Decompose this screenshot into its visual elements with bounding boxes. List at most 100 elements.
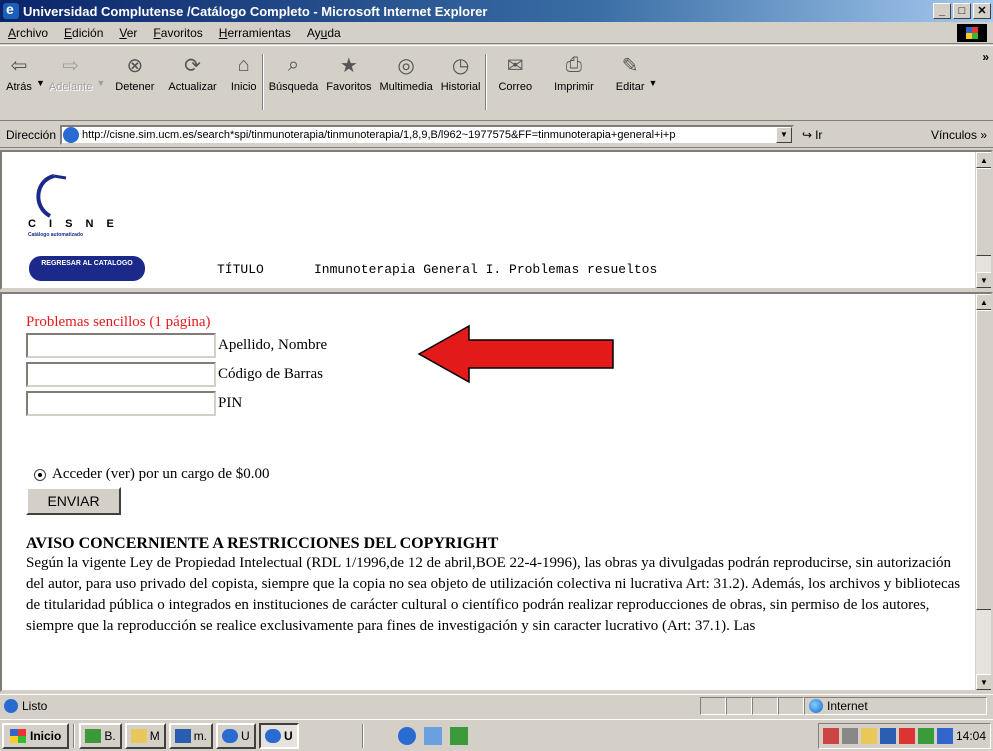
- taskbar-item-label: M: [149, 728, 160, 743]
- menu-ayuda[interactable]: Ayuda: [299, 26, 349, 40]
- mail-label: Correo: [498, 81, 533, 93]
- refresh-button[interactable]: ⟳ Actualizar: [168, 46, 216, 120]
- barcode-input[interactable]: [26, 362, 216, 387]
- outlook-icon[interactable]: [424, 726, 443, 745]
- internet-explorer-icon: [222, 728, 239, 743]
- history-button[interactable]: ◷ Historial: [441, 46, 481, 120]
- mail-button[interactable]: ✉ Correo: [498, 46, 532, 120]
- tray-app-icon[interactable]: [917, 728, 934, 744]
- internet-explorer-icon[interactable]: [398, 726, 417, 745]
- menu-ver[interactable]: Ver: [111, 26, 145, 40]
- home-button[interactable]: ⌂ Inicio: [231, 46, 257, 120]
- search-icon: ⌕: [287, 53, 300, 76]
- close-button[interactable]: ✕: [973, 3, 991, 19]
- taskbar-item[interactable]: m.: [168, 722, 214, 749]
- back-dropdown-icon[interactable]: ▼: [36, 78, 45, 88]
- stop-button[interactable]: ⊗ Detener: [115, 46, 154, 120]
- swan-logo-icon: [36, 174, 67, 218]
- links-label: Vínculos: [930, 127, 977, 142]
- content-frame-scrollbar[interactable]: ▲ ▼: [975, 294, 991, 690]
- scroll-thumb[interactable]: [976, 310, 991, 610]
- edit-button[interactable]: ✎ Editar: [616, 46, 645, 120]
- taskbar-item[interactable]: M: [124, 722, 166, 749]
- menu-archivo[interactable]: Archivo: [0, 26, 56, 40]
- desktop-icon[interactable]: [450, 726, 469, 745]
- address-dropdown-icon[interactable]: ▼: [776, 126, 793, 143]
- taskbar-item-active[interactable]: U: [259, 722, 300, 749]
- menu-herramientas[interactable]: Herramientas: [211, 26, 299, 40]
- history-label: Historial: [440, 81, 481, 93]
- tray-app-icon[interactable]: [936, 728, 953, 744]
- menu-ayuda-label: Ayuda: [306, 25, 341, 40]
- windows-logo-icon: [957, 24, 987, 42]
- back-label: Atrás: [6, 81, 32, 93]
- menu-accelerator: F: [153, 25, 161, 40]
- scroll-down-icon[interactable]: ▼: [976, 272, 991, 288]
- menu-archivo-label: Archivo: [8, 25, 49, 40]
- window-title: Universidad Complutense /Catálogo Comple…: [23, 3, 488, 19]
- submit-button[interactable]: ENVIAR: [26, 487, 121, 515]
- word-document-icon: [174, 728, 191, 743]
- search-label: Búsqueda: [268, 81, 319, 93]
- home-label: Inicio: [230, 81, 257, 93]
- pin-input[interactable]: [26, 391, 216, 416]
- scroll-thumb[interactable]: [976, 168, 991, 256]
- links-button[interactable]: Vínculos »: [931, 128, 987, 142]
- folder-icon: [130, 728, 147, 743]
- menu-favoritos[interactable]: Favoritos: [145, 26, 210, 40]
- address-url[interactable]: http://cisne.sim.ucm.es/search*spi/tinmu…: [82, 129, 776, 141]
- menu-ver-label: Ver: [119, 25, 138, 40]
- header-frame-scrollbar[interactable]: ▲ ▼: [975, 152, 991, 288]
- tray-app-icon[interactable]: [841, 728, 858, 744]
- access-radio[interactable]: [34, 468, 46, 481]
- title-bar[interactable]: Universidad Complutense /Catálogo Comple…: [0, 0, 993, 22]
- menu-accelerator: u: [320, 25, 328, 40]
- tray-app-icon[interactable]: [860, 728, 877, 744]
- menu-accelerator: A: [8, 25, 17, 40]
- toolbar-separator: [261, 54, 264, 110]
- tray-app-icon[interactable]: [898, 728, 915, 744]
- tray-app-icon[interactable]: [879, 728, 896, 744]
- taskbar-item[interactable]: B.: [79, 722, 122, 749]
- taskbar-separator: [73, 723, 76, 748]
- taskbar-item[interactable]: U: [216, 722, 257, 749]
- status-panel: [752, 696, 778, 715]
- copyright-heading: AVISO CONCERNIENTE A RESTRICCIONES DEL C…: [26, 535, 499, 552]
- network-icon[interactable]: [822, 728, 839, 744]
- start-button[interactable]: Inicio: [2, 722, 70, 749]
- stop-icon: ⊗: [126, 54, 144, 77]
- scroll-down-icon[interactable]: ▼: [976, 674, 991, 690]
- pin-row: PIN: [26, 389, 971, 418]
- go-button[interactable]: ↪ Ir: [802, 128, 822, 142]
- toolbar-overflow-icon[interactable]: »: [982, 50, 989, 64]
- windows-flag-icon: [10, 728, 26, 743]
- maximize-button[interactable]: □: [953, 3, 971, 19]
- media-button[interactable]: ◎ Multimedia: [380, 46, 433, 120]
- title-field-value: Inmunoterapia General I. Problemas resue…: [314, 262, 658, 277]
- print-button[interactable]: ⎙ Imprimir: [554, 46, 594, 120]
- favorites-icon: ★: [339, 54, 358, 77]
- pin-label: PIN: [218, 395, 243, 411]
- media-icon: ◎: [397, 54, 415, 77]
- back-button[interactable]: ⇦ Atrás: [6, 46, 32, 120]
- taskbar-item-label: B.: [104, 728, 116, 743]
- forward-dropdown-icon[interactable]: ▼: [96, 78, 105, 88]
- name-input[interactable]: [26, 333, 216, 358]
- menu-accelerator: H: [218, 25, 228, 40]
- clock[interactable]: 14:04: [956, 729, 986, 743]
- address-input[interactable]: http://cisne.sim.ucm.es/search*spi/tinmu…: [60, 124, 795, 145]
- access-option[interactable]: Acceder (ver) por un cargo de $0.00: [26, 466, 971, 483]
- scroll-up-icon[interactable]: ▲: [976, 152, 991, 168]
- forward-button[interactable]: ⇨ Adelante: [49, 46, 92, 120]
- forward-label: Adelante: [48, 81, 93, 93]
- favorites-button[interactable]: ★ Favoritos: [326, 46, 371, 120]
- minimize-button[interactable]: _: [933, 3, 951, 19]
- menu-edicion[interactable]: Edición: [56, 26, 111, 40]
- menu-accelerator: E: [64, 25, 73, 40]
- return-to-catalog-button[interactable]: REGRESAR AL CATALOGO: [29, 256, 145, 281]
- search-button[interactable]: ⌕ Búsqueda: [269, 46, 319, 120]
- edit-dropdown-icon[interactable]: ▼: [649, 78, 658, 88]
- back-arrow-icon: ⇦: [10, 54, 28, 77]
- scroll-up-icon[interactable]: ▲: [976, 294, 991, 310]
- browser-window: Universidad Complutense /Catálogo Comple…: [0, 0, 993, 751]
